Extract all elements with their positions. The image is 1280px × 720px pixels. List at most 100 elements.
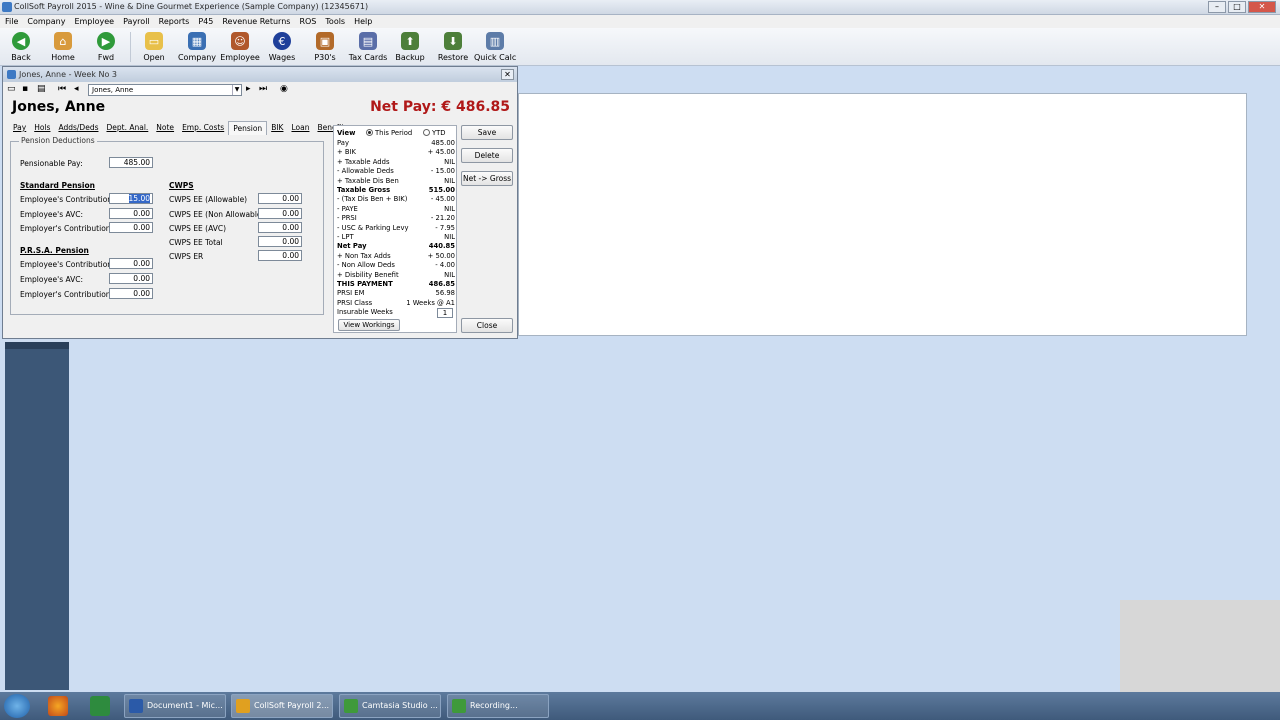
maximize-icon[interactable]: □	[1228, 1, 1246, 13]
employee-icon: ☺	[231, 32, 249, 50]
cwps-ee-non-allowable-field[interactable]: 0.00	[258, 208, 302, 219]
cwps-ee-avc-label: CWPS EE (AVC)	[169, 224, 227, 233]
save-disk-icon[interactable]: ▪	[22, 84, 28, 94]
forward-arrow-icon: ▶	[97, 32, 115, 50]
prsa-employer-contribution-field[interactable]: 0.00	[109, 288, 153, 299]
menu-reports[interactable]: Reports	[159, 15, 190, 28]
excel-icon[interactable]	[90, 696, 110, 716]
menu-file[interactable]: File	[5, 15, 18, 28]
tab-pension[interactable]: Pension	[228, 121, 268, 135]
app-icon	[2, 2, 12, 12]
taskbar-item-camtasia[interactable]: Camtasia Studio ...	[339, 694, 441, 718]
firefox-icon[interactable]	[48, 696, 68, 716]
menu-ros[interactable]: ROS	[299, 15, 316, 28]
employee-nav-row: ▭ ▪ ▤ ⏮ ◂ Jones, Anne ▼ ▸ ⏭ ◉	[3, 82, 517, 97]
summary-row: - (Tax Dis Ben + BIK) - 45.00	[337, 195, 455, 204]
toolbar-backup-button[interactable]: ⬆ Backup	[389, 30, 431, 64]
toolbar-open-button[interactable]: ▭ Open	[133, 30, 175, 64]
this-period-radio[interactable]: This Period	[366, 129, 412, 137]
employee-select[interactable]: Jones, Anne ▼	[88, 84, 242, 96]
menu-p45[interactable]: P45	[198, 15, 213, 28]
form-window-icon	[7, 70, 16, 79]
toolbar-fwd-button[interactable]: ▶ Fwd	[85, 30, 127, 64]
prsa-employee-avc-field[interactable]: 0.00	[109, 273, 153, 284]
cwps-er-field[interactable]: 0.00	[258, 250, 302, 261]
view-row: View This Period YTD	[337, 129, 455, 138]
std-employee-contribution-field[interactable]: 15.00	[109, 193, 153, 204]
std-employee-avc-field[interactable]: 0.00	[109, 208, 153, 219]
tab-adds-deds[interactable]: Adds/Deds	[54, 121, 102, 135]
cwps-ee-non-allowable-label: CWPS EE (Non Allowable)	[169, 210, 265, 219]
insurable-weeks-field[interactable]: 1	[437, 308, 453, 318]
prsa-employee-contribution-field[interactable]: 0.00	[109, 258, 153, 269]
start-button[interactable]	[4, 694, 30, 718]
toolbar-home-button[interactable]: ⌂ Home	[42, 30, 84, 64]
last-record-icon[interactable]: ⏭	[259, 84, 267, 94]
restore-icon: ⬇	[444, 32, 462, 50]
toolbar-back-button[interactable]: ◀ Back	[0, 30, 42, 64]
toolbar-quick-calc-button[interactable]: ▥ Quick Calc	[474, 30, 516, 64]
menu-company[interactable]: Company	[27, 15, 65, 28]
summary-row: + Disbility Benefit NIL	[337, 270, 455, 279]
summary-row: - PAYE NIL	[337, 204, 455, 213]
summary-row: + Non Tax Adds + 50.00	[337, 251, 455, 260]
menu-tools[interactable]: Tools	[325, 15, 345, 28]
summary-row: PRSI Class 1 Weeks @ A1	[337, 298, 455, 307]
tab-bik[interactable]: BIK	[267, 121, 287, 135]
net-to-gross-button[interactable]: Net -> Gross	[461, 171, 513, 186]
toolbar-employee-button[interactable]: ☺ Employee	[219, 30, 261, 64]
view-workings-button[interactable]: View Workings	[338, 319, 400, 331]
summary-row: Taxable Gross 515.00	[337, 186, 455, 194]
delete-button[interactable]: Delete	[461, 148, 513, 163]
close-icon[interactable]: ✕	[1248, 1, 1276, 13]
taskbar-item-collsoft[interactable]: CollSoft Payroll 2...	[231, 694, 333, 718]
ytd-radio[interactable]: YTD	[423, 129, 446, 137]
menu-employee[interactable]: Employee	[74, 15, 114, 28]
toolbar-p30-button[interactable]: ▣ P30's	[304, 30, 346, 64]
company-icon: ▦	[188, 32, 206, 50]
toolbar-separator	[130, 32, 131, 62]
toolbar-tax-cards-button[interactable]: ▤ Tax Cards	[347, 30, 389, 64]
menu-help[interactable]: Help	[354, 15, 372, 28]
std-employer-contribution-field[interactable]: 0.00	[109, 222, 153, 233]
app-title: CollSoft Payroll 2015 - Wine & Dine Gour…	[14, 2, 369, 11]
pensionable-pay-label: Pensionable Pay:	[20, 159, 83, 168]
cwps-ee-allowable-field[interactable]: 0.00	[258, 193, 302, 204]
summary-row: - Allowable Deds - 15.00	[337, 167, 455, 176]
toolbar-wages-button[interactable]: € Wages	[261, 30, 303, 64]
tab-note[interactable]: Note	[152, 121, 178, 135]
cwps-ee-avc-field[interactable]: 0.00	[258, 222, 302, 233]
tab-loan[interactable]: Loan	[287, 121, 313, 135]
form-close-icon[interactable]: ✕	[501, 69, 514, 80]
menu-revenue-returns[interactable]: Revenue Returns	[222, 15, 290, 28]
tab-emp-costs[interactable]: Emp. Costs	[178, 121, 228, 135]
toolbar-restore-button[interactable]: ⬇ Restore	[432, 30, 474, 64]
first-record-icon[interactable]: ⏮	[58, 84, 66, 94]
cwps-er-label: CWPS ER	[169, 252, 204, 261]
folder-icon: ▭	[145, 32, 163, 50]
print-icon[interactable]: ▤	[37, 84, 46, 94]
previous-record-icon[interactable]: ◂	[74, 84, 79, 94]
taskbar-item-document[interactable]: Document1 - Mic...	[124, 694, 226, 718]
next-record-icon[interactable]: ▸	[246, 84, 251, 94]
search-icon[interactable]: ◉	[280, 84, 288, 94]
tab-hols[interactable]: Hols	[30, 121, 54, 135]
radio-selected-icon	[366, 129, 373, 136]
summary-row: - Non Allow Deds - 4.00	[337, 261, 455, 270]
summary-row: Pay 485.00	[337, 139, 455, 147]
menu-bar: File Company Employee Payroll Reports P4…	[0, 15, 1280, 28]
close-button[interactable]: Close	[461, 318, 513, 333]
toolbar-company-button[interactable]: ▦ Company	[176, 30, 218, 64]
minimize-icon[interactable]: –	[1208, 1, 1226, 13]
prsa-employee-contribution-label: Employee's Contribution:	[20, 260, 115, 269]
save-button[interactable]: Save	[461, 125, 513, 140]
open-icon[interactable]: ▭	[7, 84, 16, 94]
taskbar: Document1 - Mic... CollSoft Payroll 2...…	[0, 692, 1280, 720]
summary-row: + Taxable Dis Ben NIL	[337, 176, 455, 185]
menu-payroll[interactable]: Payroll	[123, 15, 150, 28]
pensionable-pay-field[interactable]: 485.00	[109, 157, 153, 168]
tab-dept-anal[interactable]: Dept. Anal.	[102, 121, 152, 135]
tab-pay[interactable]: Pay	[9, 121, 30, 135]
summary-row: THIS PAYMENT 486.85	[337, 280, 455, 288]
taskbar-item-recording[interactable]: Recording...	[447, 694, 549, 718]
